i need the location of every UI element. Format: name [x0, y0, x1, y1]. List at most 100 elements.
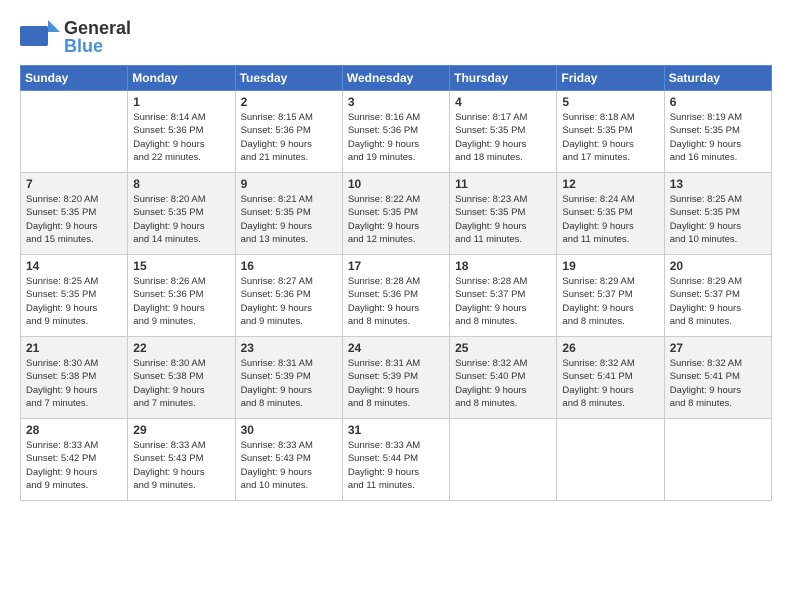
- calendar-cell: 14Sunrise: 8:25 AMSunset: 5:35 PMDayligh…: [21, 255, 128, 337]
- day-header-saturday: Saturday: [664, 66, 771, 91]
- calendar-cell: [664, 419, 771, 501]
- day-number: 17: [348, 259, 444, 273]
- calendar-cell: 9 Sunrise: 8:21 AMSunset: 5:35 PMDaylight…: [235, 173, 342, 255]
- calendar-table: SundayMondayTuesdayWednesdayThursdayFrid…: [20, 65, 772, 501]
- calendar-cell: 15 Sunrise: 8:26 AMSunset: 5:36 PMDayligh…: [128, 255, 235, 337]
- week-row-3: 21 Sunrise: 8:30 AMSunset: 5:38 PMDayligh…: [21, 337, 772, 419]
- calendar-cell: 6 Sunrise: 8:19 AMSunset: 5:35 PMDaylight…: [664, 91, 771, 173]
- calendar-cell: [557, 419, 664, 501]
- day-number: 21: [26, 341, 122, 355]
- day-info: Sunrise: 8:31 AMSunset: 5:39 PMDaylight:…: [241, 357, 337, 410]
- day-number: 31: [348, 423, 444, 437]
- calendar-cell: 18 Sunrise: 8:28 AMSunset: 5:37 PMDayligh…: [450, 255, 557, 337]
- calendar-header-row: SundayMondayTuesdayWednesdayThursdayFrid…: [21, 66, 772, 91]
- calendar-cell: 5Sunrise: 8:18 AMSunset: 5:35 PMDaylight…: [557, 91, 664, 173]
- day-info: Sunrise: 8:24 AMSunset: 5:35 PMDaylight:…: [562, 193, 658, 246]
- day-info: Sunrise: 8:29 AMSunset: 5:37 PMDaylight:…: [670, 275, 766, 328]
- day-info: Sunrise: 8:23 AMSunset: 5:35 PMDaylight:…: [455, 193, 551, 246]
- day-info: Sunrise: 8:32 AMSunset: 5:41 PMDaylight:…: [670, 357, 766, 410]
- day-number: 12: [562, 177, 658, 191]
- calendar-cell: 11 Sunrise: 8:23 AMSunset: 5:35 PMDayligh…: [450, 173, 557, 255]
- day-info: Sunrise: 8:30 AMSunset: 5:38 PMDaylight:…: [26, 357, 122, 410]
- day-number: 3: [348, 95, 444, 109]
- day-number: 4: [455, 95, 551, 109]
- header: General Blue: [20, 18, 772, 55]
- day-info: Sunrise: 8:33 AMSunset: 5:42 PMDaylight:…: [26, 439, 122, 492]
- day-number: 7: [26, 177, 122, 191]
- calendar-cell: 12 Sunrise: 8:24 AMSunset: 5:35 PMDayligh…: [557, 173, 664, 255]
- day-number: 1: [133, 95, 229, 109]
- calendar-cell: 29 Sunrise: 8:33 AMSunset: 5:43 PMDayligh…: [128, 419, 235, 501]
- day-info: Sunrise: 8:19 AMSunset: 5:35 PMDaylight:…: [670, 111, 766, 164]
- day-number: 11: [455, 177, 551, 191]
- day-header-monday: Monday: [128, 66, 235, 91]
- calendar-cell: 16 Sunrise: 8:27 AMSunset: 5:36 PMDayligh…: [235, 255, 342, 337]
- day-number: 29: [133, 423, 229, 437]
- day-number: 10: [348, 177, 444, 191]
- day-number: 26: [562, 341, 658, 355]
- calendar-body: 1Sunrise: 8:14 AMSunset: 5:36 PMDaylight…: [21, 91, 772, 501]
- calendar-cell: 8Sunrise: 8:20 AMSunset: 5:35 PMDaylight…: [128, 173, 235, 255]
- day-info: Sunrise: 8:28 AMSunset: 5:36 PMDaylight:…: [348, 275, 444, 328]
- day-info: Sunrise: 8:22 AMSunset: 5:35 PMDaylight:…: [348, 193, 444, 246]
- day-info: Sunrise: 8:33 AMSunset: 5:43 PMDaylight:…: [241, 439, 337, 492]
- day-number: 25: [455, 341, 551, 355]
- calendar-cell: 10 Sunrise: 8:22 AMSunset: 5:35 PMDayligh…: [342, 173, 449, 255]
- day-info: Sunrise: 8:21 AMSunset: 5:35 PMDaylight:…: [241, 193, 337, 246]
- day-number: 24: [348, 341, 444, 355]
- calendar-cell: 30Sunrise: 8:33 AMSunset: 5:43 PMDayligh…: [235, 419, 342, 501]
- day-number: 15: [133, 259, 229, 273]
- day-info: Sunrise: 8:20 AMSunset: 5:35 PMDaylight:…: [26, 193, 122, 246]
- day-info: Sunrise: 8:27 AMSunset: 5:36 PMDaylight:…: [241, 275, 337, 328]
- calendar-cell: 20 Sunrise: 8:29 AMSunset: 5:37 PMDayligh…: [664, 255, 771, 337]
- logo-blue: Blue: [64, 37, 131, 55]
- day-info: Sunrise: 8:32 AMSunset: 5:41 PMDaylight:…: [562, 357, 658, 410]
- day-info: Sunrise: 8:33 AMSunset: 5:43 PMDaylight:…: [133, 439, 229, 492]
- day-info: Sunrise: 8:30 AMSunset: 5:38 PMDaylight:…: [133, 357, 229, 410]
- calendar-cell: 2Sunrise: 8:15 AMSunset: 5:36 PMDaylight…: [235, 91, 342, 173]
- day-number: 27: [670, 341, 766, 355]
- day-header-wednesday: Wednesday: [342, 66, 449, 91]
- calendar-cell: 1Sunrise: 8:14 AMSunset: 5:36 PMDaylight…: [128, 91, 235, 173]
- calendar-cell: 23Sunrise: 8:31 AMSunset: 5:39 PMDayligh…: [235, 337, 342, 419]
- day-info: Sunrise: 8:28 AMSunset: 5:37 PMDaylight:…: [455, 275, 551, 328]
- calendar-cell: 31 Sunrise: 8:33 AMSunset: 5:44 PMDayligh…: [342, 419, 449, 501]
- calendar-cell: 3Sunrise: 8:16 AMSunset: 5:36 PMDaylight…: [342, 91, 449, 173]
- calendar-cell: 22Sunrise: 8:30 AMSunset: 5:38 PMDayligh…: [128, 337, 235, 419]
- day-info: Sunrise: 8:15 AMSunset: 5:36 PMDaylight:…: [241, 111, 337, 164]
- calendar-cell: 28 Sunrise: 8:33 AMSunset: 5:42 PMDayligh…: [21, 419, 128, 501]
- week-row-2: 14Sunrise: 8:25 AMSunset: 5:35 PMDayligh…: [21, 255, 772, 337]
- day-info: Sunrise: 8:26 AMSunset: 5:36 PMDaylight:…: [133, 275, 229, 328]
- day-info: Sunrise: 8:25 AMSunset: 5:35 PMDaylight:…: [26, 275, 122, 328]
- day-info: Sunrise: 8:32 AMSunset: 5:40 PMDaylight:…: [455, 357, 551, 410]
- day-info: Sunrise: 8:25 AMSunset: 5:35 PMDaylight:…: [670, 193, 766, 246]
- calendar-cell: 4 Sunrise: 8:17 AMSunset: 5:35 PMDaylight…: [450, 91, 557, 173]
- calendar-cell: [450, 419, 557, 501]
- day-info: Sunrise: 8:33 AMSunset: 5:44 PMDaylight:…: [348, 439, 444, 492]
- logo-icon: [20, 18, 60, 55]
- calendar-cell: 19Sunrise: 8:29 AMSunset: 5:37 PMDayligh…: [557, 255, 664, 337]
- calendar-cell: 26 Sunrise: 8:32 AMSunset: 5:41 PMDayligh…: [557, 337, 664, 419]
- day-header-sunday: Sunday: [21, 66, 128, 91]
- day-info: Sunrise: 8:31 AMSunset: 5:39 PMDaylight:…: [348, 357, 444, 410]
- day-number: 20: [670, 259, 766, 273]
- calendar-cell: 25 Sunrise: 8:32 AMSunset: 5:40 PMDayligh…: [450, 337, 557, 419]
- calendar-cell: 17 Sunrise: 8:28 AMSunset: 5:36 PMDayligh…: [342, 255, 449, 337]
- day-number: 8: [133, 177, 229, 191]
- calendar-cell: 21 Sunrise: 8:30 AMSunset: 5:38 PMDayligh…: [21, 337, 128, 419]
- day-number: 28: [26, 423, 122, 437]
- day-number: 18: [455, 259, 551, 273]
- day-number: 13: [670, 177, 766, 191]
- calendar-cell: 7 Sunrise: 8:20 AMSunset: 5:35 PMDaylight…: [21, 173, 128, 255]
- day-number: 6: [670, 95, 766, 109]
- week-row-0: 1Sunrise: 8:14 AMSunset: 5:36 PMDaylight…: [21, 91, 772, 173]
- logo: General Blue: [20, 18, 131, 55]
- page: General Blue SundayMondayTuesdayWednesda…: [0, 0, 792, 612]
- day-number: 5: [562, 95, 658, 109]
- day-info: Sunrise: 8:29 AMSunset: 5:37 PMDaylight:…: [562, 275, 658, 328]
- day-number: 9: [241, 177, 337, 191]
- day-number: 16: [241, 259, 337, 273]
- calendar-cell: 13 Sunrise: 8:25 AMSunset: 5:35 PMDayligh…: [664, 173, 771, 255]
- day-header-friday: Friday: [557, 66, 664, 91]
- day-info: Sunrise: 8:17 AMSunset: 5:35 PMDaylight:…: [455, 111, 551, 164]
